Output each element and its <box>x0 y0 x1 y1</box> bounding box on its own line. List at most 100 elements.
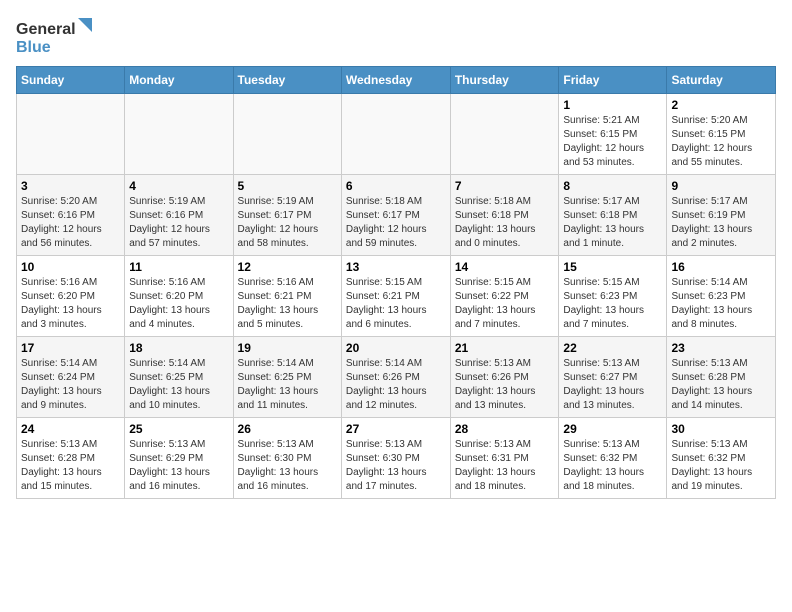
calendar-table: SundayMondayTuesdayWednesdayThursdayFrid… <box>16 66 776 499</box>
weekday-sunday: Sunday <box>17 67 125 94</box>
day-number: 24 <box>21 422 120 436</box>
day-number: 7 <box>455 179 555 193</box>
calendar-cell: 7 Sunrise: 5:18 AM Sunset: 6:18 PM Daylig… <box>450 175 559 256</box>
week-row-4: 24 Sunrise: 5:13 AM Sunset: 6:28 PM Dayli… <box>17 418 776 499</box>
day-info: Sunrise: 5:14 AM Sunset: 6:25 PM Dayligh… <box>238 357 337 413</box>
page-header: GeneralBlue <box>16 16 776 56</box>
day-number: 9 <box>671 179 771 193</box>
day-number: 19 <box>238 341 337 355</box>
calendar-cell <box>125 94 233 175</box>
day-info: Sunrise: 5:18 AM Sunset: 6:17 PM Dayligh… <box>346 195 446 251</box>
svg-text:Blue: Blue <box>16 39 51 56</box>
calendar-cell <box>450 94 559 175</box>
day-info: Sunrise: 5:13 AM Sunset: 6:26 PM Dayligh… <box>455 357 555 413</box>
day-info: Sunrise: 5:15 AM Sunset: 6:23 PM Dayligh… <box>563 276 662 332</box>
day-info: Sunrise: 5:20 AM Sunset: 6:16 PM Dayligh… <box>21 195 120 251</box>
svg-text:General: General <box>16 21 76 38</box>
calendar-cell: 13Sunrise: 5:15 AM Sunset: 6:21 PM Dayli… <box>341 256 450 337</box>
week-row-0: 1Sunrise: 5:21 AM Sunset: 6:15 PM Daylig… <box>17 94 776 175</box>
calendar-cell <box>341 94 450 175</box>
calendar-cell: 6 Sunrise: 5:18 AM Sunset: 6:17 PM Daylig… <box>341 175 450 256</box>
calendar-cell: 9 Sunrise: 5:17 AM Sunset: 6:19 PM Daylig… <box>667 175 776 256</box>
day-info: Sunrise: 5:15 AM Sunset: 6:22 PM Dayligh… <box>455 276 555 332</box>
calendar-cell: 28 Sunrise: 5:13 AM Sunset: 6:31 PM Dayli… <box>450 418 559 499</box>
day-number: 18 <box>129 341 228 355</box>
day-info: Sunrise: 5:14 AM Sunset: 6:23 PM Dayligh… <box>671 276 771 332</box>
day-number: 8 <box>563 179 662 193</box>
calendar-cell: 12 Sunrise: 5:16 AM Sunset: 6:21 PM Dayli… <box>233 256 341 337</box>
day-number: 30 <box>671 422 771 436</box>
day-info: Sunrise: 5:13 AM Sunset: 6:32 PM Dayligh… <box>671 438 771 494</box>
day-number: 17 <box>21 341 120 355</box>
calendar-cell: 4 Sunrise: 5:19 AM Sunset: 6:16 PM Daylig… <box>125 175 233 256</box>
day-number: 21 <box>455 341 555 355</box>
day-number: 1 <box>563 98 662 112</box>
calendar-cell <box>233 94 341 175</box>
calendar-cell: 20 Sunrise: 5:14 AM Sunset: 6:26 PM Dayli… <box>341 337 450 418</box>
logo-icon: GeneralBlue <box>16 16 96 56</box>
day-number: 12 <box>238 260 337 274</box>
day-number: 6 <box>346 179 446 193</box>
calendar-cell: 17 Sunrise: 5:14 AM Sunset: 6:24 PM Dayli… <box>17 337 125 418</box>
calendar-cell: 15 Sunrise: 5:15 AM Sunset: 6:23 PM Dayli… <box>559 256 667 337</box>
week-row-1: 3 Sunrise: 5:20 AM Sunset: 6:16 PM Daylig… <box>17 175 776 256</box>
calendar-cell: 19 Sunrise: 5:14 AM Sunset: 6:25 PM Dayli… <box>233 337 341 418</box>
calendar-cell: 2 Sunrise: 5:20 AM Sunset: 6:15 PM Daylig… <box>667 94 776 175</box>
day-info: Sunrise: 5:17 AM Sunset: 6:18 PM Dayligh… <box>563 195 662 251</box>
day-info: Sunrise: 5:13 AM Sunset: 6:30 PM Dayligh… <box>238 438 337 494</box>
calendar-cell: 26 Sunrise: 5:13 AM Sunset: 6:30 PM Dayli… <box>233 418 341 499</box>
day-info: Sunrise: 5:14 AM Sunset: 6:24 PM Dayligh… <box>21 357 120 413</box>
week-row-3: 17 Sunrise: 5:14 AM Sunset: 6:24 PM Dayli… <box>17 337 776 418</box>
day-number: 22 <box>563 341 662 355</box>
day-info: Sunrise: 5:14 AM Sunset: 6:26 PM Dayligh… <box>346 357 446 413</box>
day-info: Sunrise: 5:13 AM Sunset: 6:30 PM Dayligh… <box>346 438 446 494</box>
day-info: Sunrise: 5:13 AM Sunset: 6:28 PM Dayligh… <box>21 438 120 494</box>
calendar-cell: 8 Sunrise: 5:17 AM Sunset: 6:18 PM Daylig… <box>559 175 667 256</box>
calendar-cell: 10Sunrise: 5:16 AM Sunset: 6:20 PM Dayli… <box>17 256 125 337</box>
day-number: 5 <box>238 179 337 193</box>
calendar-cell <box>17 94 125 175</box>
day-number: 4 <box>129 179 228 193</box>
day-number: 28 <box>455 422 555 436</box>
day-info: Sunrise: 5:18 AM Sunset: 6:18 PM Dayligh… <box>455 195 555 251</box>
day-number: 29 <box>563 422 662 436</box>
day-info: Sunrise: 5:13 AM Sunset: 6:31 PM Dayligh… <box>455 438 555 494</box>
calendar-cell: 24 Sunrise: 5:13 AM Sunset: 6:28 PM Dayli… <box>17 418 125 499</box>
calendar-cell: 23 Sunrise: 5:13 AM Sunset: 6:28 PM Dayli… <box>667 337 776 418</box>
day-info: Sunrise: 5:13 AM Sunset: 6:29 PM Dayligh… <box>129 438 228 494</box>
weekday-header-row: SundayMondayTuesdayWednesdayThursdayFrid… <box>17 67 776 94</box>
day-number: 23 <box>671 341 771 355</box>
day-number: 16 <box>671 260 771 274</box>
day-number: 25 <box>129 422 228 436</box>
calendar-cell: 1Sunrise: 5:21 AM Sunset: 6:15 PM Daylig… <box>559 94 667 175</box>
day-info: Sunrise: 5:16 AM Sunset: 6:21 PM Dayligh… <box>238 276 337 332</box>
weekday-saturday: Saturday <box>667 67 776 94</box>
day-info: Sunrise: 5:20 AM Sunset: 6:15 PM Dayligh… <box>671 114 771 170</box>
calendar-cell: 11 Sunrise: 5:16 AM Sunset: 6:20 PM Dayli… <box>125 256 233 337</box>
day-info: Sunrise: 5:13 AM Sunset: 6:28 PM Dayligh… <box>671 357 771 413</box>
calendar-cell: 21 Sunrise: 5:13 AM Sunset: 6:26 PM Dayli… <box>450 337 559 418</box>
day-info: Sunrise: 5:19 AM Sunset: 6:17 PM Dayligh… <box>238 195 337 251</box>
calendar-cell: 25 Sunrise: 5:13 AM Sunset: 6:29 PM Dayli… <box>125 418 233 499</box>
day-info: Sunrise: 5:19 AM Sunset: 6:16 PM Dayligh… <box>129 195 228 251</box>
calendar-cell: 3 Sunrise: 5:20 AM Sunset: 6:16 PM Daylig… <box>17 175 125 256</box>
day-info: Sunrise: 5:15 AM Sunset: 6:21 PM Dayligh… <box>346 276 446 332</box>
day-number: 15 <box>563 260 662 274</box>
calendar-cell: 18 Sunrise: 5:14 AM Sunset: 6:25 PM Dayli… <box>125 337 233 418</box>
weekday-wednesday: Wednesday <box>341 67 450 94</box>
day-number: 20 <box>346 341 446 355</box>
day-number: 11 <box>129 260 228 274</box>
day-number: 2 <box>671 98 771 112</box>
calendar-cell: 29 Sunrise: 5:13 AM Sunset: 6:32 PM Dayli… <box>559 418 667 499</box>
day-info: Sunrise: 5:16 AM Sunset: 6:20 PM Dayligh… <box>129 276 228 332</box>
day-number: 26 <box>238 422 337 436</box>
calendar-cell: 22Sunrise: 5:13 AM Sunset: 6:27 PM Dayli… <box>559 337 667 418</box>
day-number: 27 <box>346 422 446 436</box>
calendar-cell: 5 Sunrise: 5:19 AM Sunset: 6:17 PM Daylig… <box>233 175 341 256</box>
day-info: Sunrise: 5:17 AM Sunset: 6:19 PM Dayligh… <box>671 195 771 251</box>
day-number: 3 <box>21 179 120 193</box>
day-info: Sunrise: 5:13 AM Sunset: 6:32 PM Dayligh… <box>563 438 662 494</box>
day-info: Sunrise: 5:14 AM Sunset: 6:25 PM Dayligh… <box>129 357 228 413</box>
weekday-friday: Friday <box>559 67 667 94</box>
logo: GeneralBlue <box>16 16 96 56</box>
